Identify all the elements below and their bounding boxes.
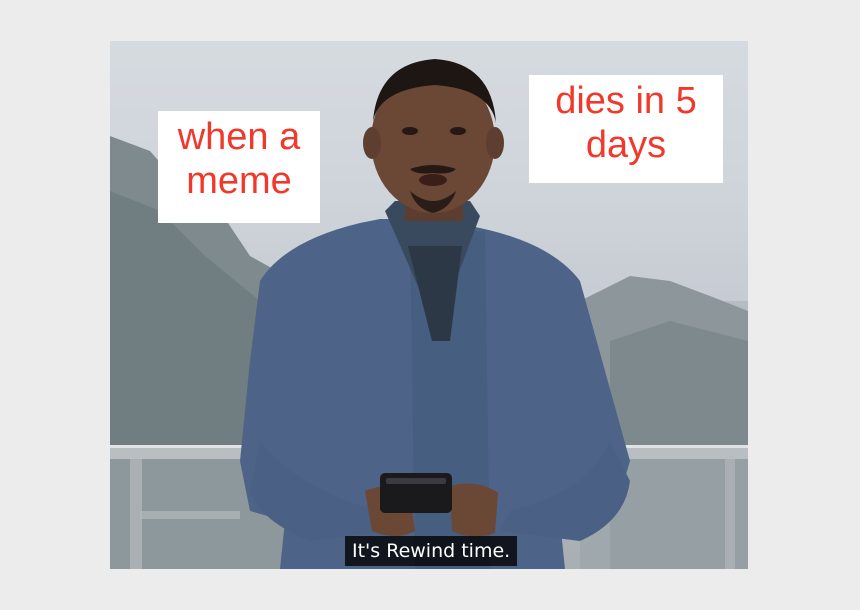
phone-glare [386, 478, 446, 484]
railing-bar [140, 511, 240, 519]
meme-image: when a meme dies in 5 days It's Rewind t… [110, 41, 748, 569]
right-hand [450, 483, 498, 537]
left-eye [402, 127, 418, 135]
caption-dies-in-5-days: dies in 5 days [529, 75, 723, 183]
right-ear [486, 127, 504, 159]
caption-when-a-meme: when a meme [158, 111, 320, 223]
left-ear [363, 127, 381, 159]
railing-post-right [725, 459, 735, 569]
right-eye [450, 127, 466, 135]
mouth [419, 174, 447, 186]
subtitle-text: It's Rewind time. [345, 536, 518, 566]
